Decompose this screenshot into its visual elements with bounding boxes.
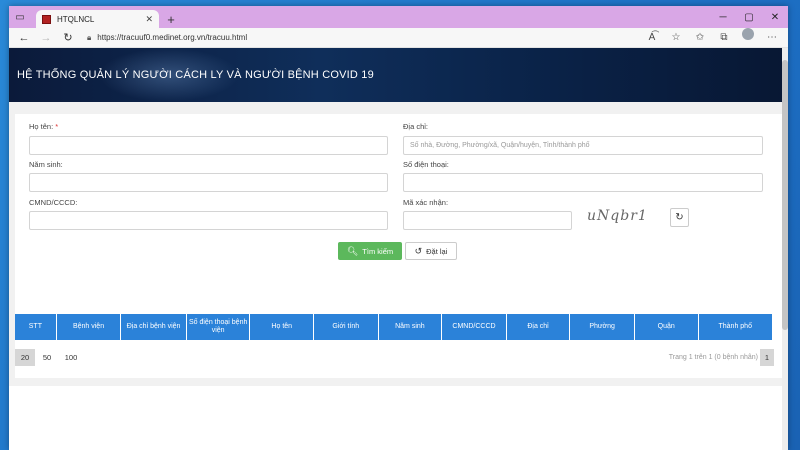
minimize-icon[interactable]: ─ <box>710 6 736 28</box>
birthyear-label: Năm sinh: <box>29 160 63 169</box>
page-bottom-area <box>9 386 788 450</box>
column-header-city: Thành phố <box>718 323 752 330</box>
favorite-star-icon[interactable]: ☆ <box>664 28 688 48</box>
vertical-scrollbar[interactable] <box>782 48 788 450</box>
column-header-idcard: CMND/CCCD <box>442 314 507 340</box>
close-window-icon[interactable]: ✕ <box>762 6 788 28</box>
captcha-image: uNqbr1 <box>587 208 648 224</box>
web-page: HỆ THỐNG QUẢN LÝ NGƯỜI CÁCH LY VÀ NGƯỜI … <box>9 48 788 450</box>
phone-field[interactable] <box>403 173 763 192</box>
column-header-name: Họ tên <box>250 314 315 340</box>
idcard-field[interactable] <box>29 211 388 230</box>
refresh-icon: ↻ <box>675 212 684 223</box>
column-header-birthyear: Năm sinh <box>379 314 443 340</box>
header-banner: HỆ THỐNG QUẢN LÝ NGƯỜI CÁCH LY VÀ NGƯỜI … <box>9 48 788 102</box>
reload-icon[interactable]: ↻ <box>57 28 79 48</box>
favicon-icon <box>42 14 51 24</box>
tab-actions-icon[interactable]: ▭ <box>9 6 31 28</box>
lock-icon: 🔒︎ <box>87 32 92 42</box>
tab-strip: ▭ HTQLNCL ✕ + ─ ▢ ✕ <box>9 6 788 28</box>
toolbar-actions: A͡ ☆ ✩ ⧉ ⋯ <box>640 27 784 48</box>
browser-window: ▭ HTQLNCL ✕ + ─ ▢ ✕ ← → ↻ 🔒︎ https://tra… <box>9 6 788 450</box>
column-header-hospital-address: Địa chỉ bệnh viện <box>121 314 187 340</box>
captcha-field[interactable] <box>403 211 572 230</box>
address-bar[interactable]: 🔒︎ https://tracuuf0.medinet.org.vn/tracu… <box>83 30 640 46</box>
search-button[interactable]: 🔍︎ Tìm kiếm <box>338 242 402 260</box>
read-aloud-icon[interactable]: A͡ <box>640 28 664 48</box>
name-label: Họ tên: * <box>29 122 59 131</box>
undo-icon: ↺ <box>414 245 423 256</box>
page-size-selector: 20 50 100 <box>15 349 85 366</box>
pagination-info: Trang 1 trên 1 (0 bệnh nhân) <box>668 354 758 361</box>
captcha-refresh-button[interactable]: ↻ <box>670 208 689 227</box>
address-label: Địa chỉ: <box>403 122 429 131</box>
search-button-label: Tìm kiếm <box>362 246 394 256</box>
close-tab-icon[interactable]: ✕ <box>145 14 153 25</box>
browser-tab[interactable]: HTQLNCL ✕ <box>36 10 159 28</box>
page-size-20[interactable]: 20 <box>15 349 35 366</box>
phone-label: Số điện thoại: <box>403 160 449 169</box>
new-tab-button[interactable]: + <box>162 10 180 28</box>
scrollbar-thumb[interactable] <box>782 60 788 330</box>
column-header-hospital-phone: Số điện thoại bệnh viện <box>187 314 251 340</box>
name-field[interactable] <box>29 136 388 155</box>
address-placeholder: Số nhà, Đường, Phường/xã, Quận/huyện, Tỉ… <box>410 142 590 149</box>
birthyear-field[interactable] <box>29 173 388 192</box>
page-size-50[interactable]: 50 <box>37 349 57 366</box>
tab-title: HTQLNCL <box>57 14 95 24</box>
page-number-button[interactable]: 1 <box>760 349 774 366</box>
column-header-district: Quận <box>635 314 699 340</box>
reset-button[interactable]: ↺ Đặt lại <box>405 242 457 260</box>
search-icon: 🔍︎ <box>346 245 359 256</box>
url-text: https://tracuuf0.medinet.org.vn/tracuu.h… <box>97 33 248 42</box>
window-controls: ─ ▢ ✕ <box>710 6 788 28</box>
column-header-stt: STT <box>15 314 57 340</box>
column-header-ward: Phường <box>570 314 635 340</box>
required-mark: * <box>55 122 59 131</box>
address-field[interactable]: Số nhà, Đường, Phường/xã, Quận/huyện, Tỉ… <box>403 136 763 155</box>
maximize-icon[interactable]: ▢ <box>736 6 762 28</box>
column-header-gender: Giới tính <box>314 314 379 340</box>
page-size-100[interactable]: 100 <box>59 349 83 366</box>
captcha-label: Mã xác nhận: <box>403 198 449 207</box>
column-header-hospital: Bệnh viện <box>57 314 122 340</box>
page-title: HỆ THỐNG QUẢN LÝ NGƯỜI CÁCH LY VÀ NGƯỜI … <box>17 69 374 81</box>
browser-toolbar: ← → ↻ 🔒︎ https://tracuuf0.medinet.org.vn… <box>9 27 788 48</box>
reset-button-label: Đặt lại <box>426 246 448 256</box>
results-table-header: STT Bệnh viện Địa chỉ bệnh viện Số điện … <box>15 314 772 340</box>
back-arrow-icon[interactable]: ← <box>13 28 35 48</box>
forward-arrow-icon[interactable]: → <box>35 28 57 48</box>
idcard-label: CMND/CCCD: <box>29 198 78 207</box>
profile-avatar[interactable] <box>742 27 754 40</box>
favorites-icon[interactable]: ✩ <box>688 28 712 48</box>
more-options-icon[interactable]: ⋯ <box>760 28 784 48</box>
column-header-address: Địa chỉ <box>507 314 571 340</box>
collections-icon[interactable]: ⧉ <box>712 28 736 48</box>
